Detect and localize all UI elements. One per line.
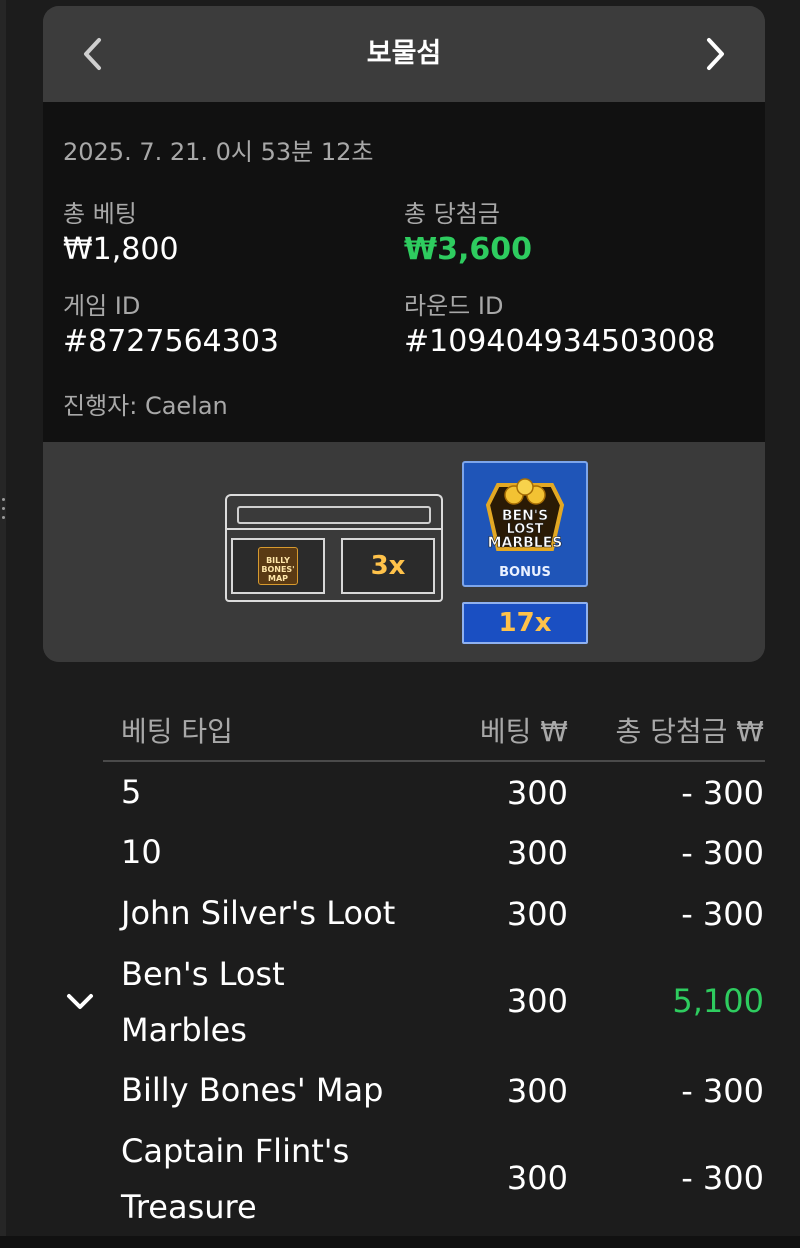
round-id-label: 라운드 ID [404, 292, 504, 320]
bet-amount: 300 [506, 834, 568, 872]
chest-multiplier: 3x [370, 551, 406, 581]
chest-lid [225, 494, 443, 532]
bet-amount: 300 [506, 982, 568, 1020]
bet-type-line1: Captain Flint's [121, 1132, 350, 1170]
left-edge-strip [0, 0, 6, 1248]
bet-type: 5 [121, 773, 142, 811]
round-card: 보물섬 2025. 7. 21. 0시 53분 12초 총 베팅 ₩1,800 … [43, 6, 765, 662]
svg-text:MARBLES: MARBLES [488, 535, 563, 551]
chest-slot-multiplier: 3x [341, 538, 435, 594]
bet-amount: 300 [506, 895, 568, 933]
bet-type: John Silver's Loot [121, 894, 396, 932]
treasure-chest-icon: BILLY BONES' MAP 3x [225, 494, 443, 602]
win-amount: - 300 [681, 834, 764, 872]
total-win-label: 총 당첨금 [404, 200, 500, 228]
total-bet-label: 총 베팅 [63, 200, 137, 228]
win-amount: 5,100 [672, 982, 764, 1020]
bonus-label: BONUS [499, 565, 551, 580]
bet-type: Billy Bones' Map [121, 1071, 384, 1109]
chevron-down-icon[interactable] [64, 986, 96, 1018]
round-id-value: #109404934503008 [404, 324, 716, 359]
bet-amount: 300 [506, 1072, 568, 1110]
host-name: 진행자: Caelan [63, 392, 228, 420]
total-bet-value: ₩1,800 [63, 232, 179, 267]
bottom-bar [0, 1236, 800, 1248]
win-amount: - 300 [681, 774, 764, 812]
card-header: 보물섬 [43, 6, 765, 102]
win-amount: - 300 [681, 1072, 764, 1110]
bet-type: 10 [121, 833, 162, 871]
bens-lost-marbles-logo-icon: BEN'S LOST MARBLES [485, 478, 565, 551]
round-datetime: 2025. 7. 21. 0시 53분 12초 [63, 138, 374, 166]
bet-type-line1: Ben's Lost [121, 955, 285, 993]
bet-amount: 300 [506, 1159, 568, 1197]
billy-bones-map-icon: BILLY BONES' MAP [258, 547, 298, 585]
chevron-right-icon [707, 38, 724, 70]
table-divider [103, 760, 765, 762]
column-header-win: 총 당첨금 ₩ [615, 715, 764, 748]
game-id-value: #8727564303 [63, 324, 280, 359]
game-id-label: 게임 ID [63, 292, 141, 320]
win-amount: - 300 [681, 1159, 764, 1197]
bens-lost-marbles-bonus-tile: BEN'S LOST MARBLES BONUS [462, 461, 588, 587]
next-round-button[interactable] [693, 32, 737, 76]
bet-type-line2: Marbles [121, 1011, 247, 1049]
bet-type-line2: Treasure [121, 1188, 257, 1226]
round-details: 2025. 7. 21. 0시 53분 12초 총 베팅 ₩1,800 총 당첨… [43, 102, 765, 442]
bet-amount: 300 [506, 774, 568, 812]
chest-slot-map: BILLY BONES' MAP [231, 538, 325, 594]
column-header-bet: 베팅 ₩ [479, 715, 568, 748]
bonus-multiplier: 17x [462, 602, 588, 644]
game-title: 보물섬 [366, 38, 442, 69]
win-amount: - 300 [681, 895, 764, 933]
round-result: BILLY BONES' MAP 3x BEN'S LOST MARBLES B… [43, 442, 765, 662]
column-header-bet-type: 베팅 타입 [121, 715, 233, 748]
drag-handle-icon[interactable] [0, 498, 6, 519]
total-win-value: ₩3,600 [404, 232, 532, 267]
